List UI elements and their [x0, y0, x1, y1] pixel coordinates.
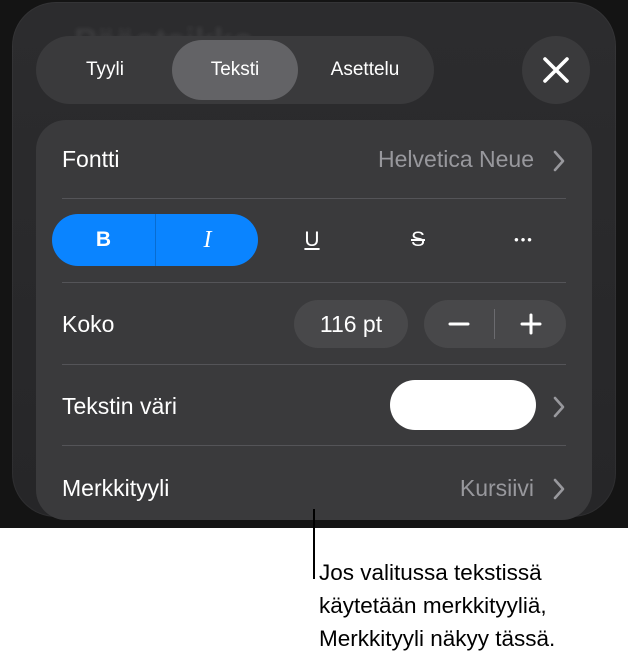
close-icon — [543, 57, 569, 83]
callout-line-1: Jos valitussa tekstissä — [319, 560, 542, 585]
divider — [62, 198, 566, 199]
chevron-right-icon[interactable] — [552, 395, 566, 419]
divider — [62, 445, 566, 446]
italic-button[interactable]: I — [156, 214, 258, 266]
divider — [62, 364, 566, 365]
increase-size-button[interactable] — [496, 300, 566, 348]
text-options-card: Fontti Helvetica Neue B I U S ••• Koko 1… — [36, 120, 592, 520]
decrease-size-button[interactable] — [424, 300, 494, 348]
size-label: Koko — [62, 311, 115, 337]
font-size-stepper — [424, 300, 566, 348]
plus-icon — [520, 313, 542, 335]
callout-line-3: Merkkityyli näkyy tässä. — [319, 626, 556, 651]
close-button[interactable] — [522, 36, 590, 104]
callout-line — [313, 509, 315, 579]
format-tabs: Tyyli Teksti Asettelu — [36, 36, 434, 104]
font-value[interactable]: Helvetica Neue — [378, 146, 534, 173]
font-label: Fontti — [62, 146, 120, 172]
tab-text[interactable]: Teksti — [172, 40, 298, 100]
text-color-swatch[interactable] — [390, 380, 536, 430]
chevron-right-icon[interactable] — [552, 477, 566, 501]
bold-button[interactable]: B — [52, 214, 155, 266]
bold-italic-group: B I — [52, 214, 258, 266]
strikethrough-button[interactable]: S — [388, 214, 448, 266]
callout-line-2: käytetään merkkityyliä, — [319, 593, 547, 618]
minus-icon — [448, 322, 470, 326]
callout-text: Jos valitussa tekstissä käytetään merkki… — [319, 556, 624, 655]
stepper-separator — [494, 309, 495, 339]
text-color-label: Tekstin väri — [62, 393, 178, 419]
character-style-label: Merkkityyli — [62, 475, 170, 501]
divider — [62, 282, 566, 283]
tab-style[interactable]: Tyyli — [42, 40, 168, 100]
more-styles-button[interactable]: ••• — [494, 214, 554, 266]
character-style-value[interactable]: Kursiivi — [460, 475, 534, 502]
underline-button[interactable]: U — [282, 214, 342, 266]
tab-layout[interactable]: Asettelu — [302, 40, 428, 100]
font-size-field[interactable]: 116 pt — [294, 300, 408, 348]
chevron-right-icon[interactable] — [552, 149, 566, 173]
